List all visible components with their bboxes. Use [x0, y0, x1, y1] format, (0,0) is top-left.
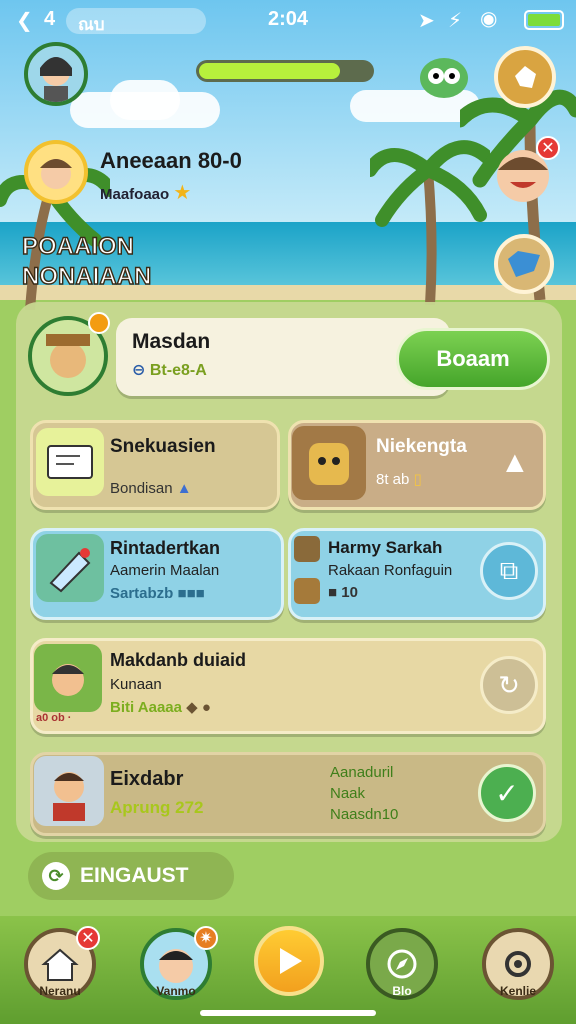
- nav-label: Blo: [392, 984, 412, 998]
- card-title: Makdanb duiaid: [110, 650, 247, 670]
- card-right-line3: Naasdn10: [330, 806, 399, 823]
- engage-button[interactable]: ⟳ EINGAUST: [28, 852, 234, 900]
- card-line3-text: 10: [341, 584, 358, 601]
- notification-badge: ✕: [536, 136, 560, 160]
- card-right-line2: Naak: [330, 785, 366, 802]
- settings-status-icon: ◉: [480, 8, 498, 30]
- confirm-button[interactable]: ✓: [478, 764, 536, 822]
- clock: 2:04: [268, 8, 309, 30]
- avatar-icon: [159, 949, 193, 983]
- xp-progress-fill: [199, 63, 341, 79]
- star-icon: ★: [173, 182, 192, 204]
- monster-icon[interactable]: [416, 50, 472, 100]
- featured-tag: ⊖ Bt-e8-A: [132, 360, 207, 380]
- card-line3: ■ 10: [328, 584, 358, 601]
- send-icon[interactable]: ▲: [500, 446, 530, 480]
- card-title: Snekuasien: [110, 436, 216, 457]
- document-icon: [36, 428, 104, 496]
- back-chevron-icon[interactable]: ❮: [16, 8, 33, 33]
- card-right-stats: Aanaduril Naak Naasdn10: [330, 762, 398, 825]
- gem-icon: [508, 251, 540, 277]
- minus-icon: ⊖: [132, 362, 146, 379]
- card-title: Eixdabr: [110, 768, 184, 790]
- nav-label: Kenlie: [499, 984, 536, 998]
- nav-label: Neranu: [39, 984, 81, 998]
- nav-badge: ✷: [194, 926, 218, 950]
- settings-icon: [505, 951, 531, 977]
- location-icon: ➤: [418, 10, 435, 32]
- compass-icon: [387, 949, 417, 979]
- character-icon: [294, 578, 320, 604]
- back-count: 4: [44, 8, 56, 30]
- home-indicator: [200, 1010, 376, 1016]
- bell-icon: [515, 66, 536, 88]
- home-icon: [41, 948, 79, 981]
- player-avatar[interactable]: [24, 42, 88, 106]
- card-line2: Rakaan Ronfaguin: [328, 562, 453, 579]
- items-icon: ■■■: [177, 585, 205, 602]
- carrier-label: ณบ: [78, 15, 105, 34]
- card-sub-text: 8t ab: [376, 471, 410, 488]
- profile-name: Aneeaan 80-0: [100, 148, 242, 173]
- refresh-icon: ↻: [498, 669, 520, 700]
- signal-icon: ⚡: [448, 10, 463, 32]
- card-line3-text: Biti Aaaaa: [110, 699, 182, 716]
- share-icon: ⧉: [499, 555, 519, 585]
- engage-icon: ⟳: [42, 862, 70, 890]
- card-title: Niekengta: [376, 436, 467, 457]
- card-line3: Sartabzb ■■■: [110, 585, 205, 602]
- status-bar: ❮ 4 ณบ 2:04 ➤ ⚡ ◉: [0, 0, 576, 40]
- section-title: POAAION NONAIAAN: [21, 232, 152, 292]
- carrier-pill: ณบ: [66, 8, 206, 34]
- card-sub-text: Bondisan: [110, 480, 173, 497]
- refresh-button[interactable]: ↻: [480, 656, 538, 714]
- card-line2: Aprung 272: [110, 798, 204, 817]
- profile-subtitle-text: Maafoaao: [100, 186, 170, 203]
- player-icon: [34, 644, 102, 712]
- section-title-line2: NONAIAAN: [21, 262, 152, 290]
- nav-play[interactable]: [254, 926, 324, 996]
- battery-icon: [524, 10, 564, 30]
- triangle-icon: ▲: [176, 480, 192, 497]
- gem-button[interactable]: [494, 234, 554, 294]
- character-icon: [292, 426, 366, 500]
- potion-icon: [36, 534, 104, 602]
- bell-button[interactable]: [494, 46, 556, 108]
- items-icon: ◆ ●: [186, 699, 211, 716]
- play-icon: [280, 948, 302, 974]
- items-icon: ■: [328, 584, 338, 601]
- featured-action-button[interactable]: Boaam: [396, 328, 550, 390]
- character-icon: [294, 536, 320, 562]
- cloud: [110, 80, 180, 120]
- section-title-line1: POAAION: [21, 232, 135, 260]
- nav-badge: ✕: [76, 926, 100, 950]
- player-icon: [34, 756, 104, 826]
- nav-label: Vanmo: [156, 984, 196, 998]
- featured-badge: [88, 312, 110, 334]
- card-title: Rintadertkan: [110, 538, 221, 558]
- card-tiny-label: a0 ob ·: [36, 712, 72, 724]
- key-icon: ▯: [413, 471, 422, 488]
- engage-label: EINGAUST: [80, 864, 189, 887]
- card-sub: Bondisan ▲: [110, 480, 192, 497]
- profile-subtitle: Maafoaao ★: [100, 180, 191, 205]
- share-button[interactable]: ⧉: [480, 542, 538, 600]
- card-line3-text: Sartabzb: [110, 585, 174, 602]
- featured-tag-text: Bt-e8-A: [149, 362, 207, 379]
- card-title: Harmy Sarkah: [328, 538, 443, 557]
- card-eixdabr[interactable]: [30, 752, 546, 836]
- card-makdanb[interactable]: [30, 638, 546, 734]
- xp-progress-bar: [196, 60, 374, 82]
- card-right-line1: Aanaduril: [330, 764, 394, 781]
- featured-name: Masdan: [132, 330, 211, 353]
- card-sub: 8t ab ▯: [376, 470, 422, 488]
- profile-avatar[interactable]: [24, 140, 88, 204]
- card-line2: Kunaan: [110, 676, 162, 693]
- card-line3: Biti Aaaaa ◆ ●: [110, 698, 211, 716]
- checkmark-icon: ✓: [495, 777, 519, 809]
- card-line2: Aamerin Maalan: [110, 562, 220, 579]
